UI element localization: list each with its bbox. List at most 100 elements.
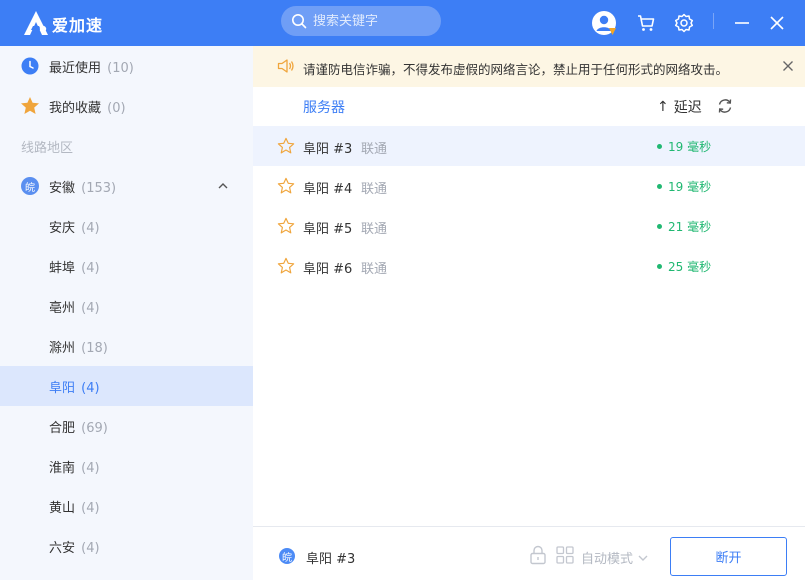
- sidebar-item-count: (18): [81, 341, 108, 356]
- province-badge: 皖: [20, 176, 40, 196]
- minimize-button[interactable]: [728, 9, 756, 37]
- user-avatar-icon: [592, 11, 616, 35]
- server-isp: 联通: [361, 142, 388, 157]
- sidebar-item-label: 六安: [49, 541, 76, 556]
- sidebar-item-city[interactable]: 亳州 (4): [0, 286, 253, 326]
- cart-button[interactable]: [632, 9, 660, 37]
- sidebar-item-label: 安徽: [49, 181, 76, 196]
- sidebar-item-favorites[interactable]: 我的收藏 (0): [0, 86, 253, 126]
- title-bar: 爱加速: [0, 0, 805, 46]
- titlebar-separator: [713, 13, 714, 29]
- app-brand: 爱加速: [52, 16, 104, 35]
- sidebar-item-label: 滁州: [49, 341, 76, 356]
- column-header-delay-label: 延迟: [673, 100, 702, 116]
- sidebar-item-label: 合肥: [49, 421, 76, 436]
- notice-text: 请谨防电信诈骗，不得发布虚假的网络言论，禁止用于任何形式的网络攻击。: [303, 62, 729, 77]
- server-ping: 19 毫秒: [657, 138, 711, 155]
- sidebar-item-label: 我的收藏: [49, 101, 102, 116]
- sidebar-item-count: (4): [81, 381, 100, 396]
- sidebar-item-city[interactable]: 六安 (4): [0, 526, 253, 566]
- sidebar-item-count: (4): [81, 541, 100, 556]
- sidebar-item-city-active[interactable]: 阜阳 (4): [0, 366, 253, 406]
- user-avatar-button[interactable]: [590, 9, 618, 37]
- sidebar-item-label: 亳州: [49, 301, 76, 316]
- chevron-up-icon[interactable]: [217, 180, 229, 192]
- clock-icon: [20, 56, 40, 76]
- grid-mode-icon: [556, 546, 574, 564]
- server-name: 阜阳 #4: [303, 182, 353, 197]
- sidebar-item-label: 黄山: [49, 501, 76, 516]
- sidebar-item-count: (4): [81, 461, 100, 476]
- ping-dot-icon: [657, 184, 662, 189]
- server-row[interactable]: 阜阳 #5 联通 21 毫秒: [253, 206, 805, 246]
- sidebar-item-count: (4): [81, 501, 100, 516]
- sidebar-item-city[interactable]: 安庆 (4): [0, 206, 253, 246]
- sidebar-item-label: 最近使用: [49, 61, 102, 76]
- current-province-badge: 皖: [279, 548, 295, 564]
- sidebar-item-city[interactable]: 黄山 (4): [0, 486, 253, 526]
- close-icon: [770, 16, 784, 30]
- sidebar-item-label: 安庆: [49, 221, 76, 236]
- sidebar-item-city[interactable]: 蚌埠 (4): [0, 246, 253, 286]
- notice-bar: 请谨防电信诈骗，不得发布虚假的网络言论，禁止用于任何形式的网络攻击。: [253, 46, 805, 87]
- server-ping: 21 毫秒: [657, 218, 711, 235]
- close-window-button[interactable]: [763, 9, 791, 37]
- sidebar-item-count: (0): [107, 101, 126, 116]
- current-server-name: 阜阳 #3: [306, 552, 356, 567]
- sort-arrow-icon: ↑: [657, 99, 669, 115]
- search-input[interactable]: [313, 13, 433, 29]
- mode-label: 自动模式: [581, 552, 634, 567]
- chevron-down-icon: [638, 555, 648, 561]
- sidebar-item-city[interactable]: 滁州 (18): [0, 326, 253, 366]
- sidebar-section-title: 线路地区: [21, 141, 74, 156]
- sidebar-item-city[interactable]: 淮南 (4): [0, 446, 253, 486]
- column-header-delay[interactable]: ↑ 延迟: [657, 97, 702, 117]
- column-header-server[interactable]: 服务器: [303, 97, 345, 117]
- server-name: 阜阳 #6: [303, 262, 353, 277]
- gear-icon: [674, 13, 694, 33]
- sidebar: 最近使用 (10) 我的收藏 (0) 线路地区 皖 安徽 (153) 安庆 (4…: [0, 46, 253, 580]
- refresh-icon[interactable]: [716, 97, 734, 115]
- sidebar-item-count: (4): [81, 301, 100, 316]
- sidebar-item-recent[interactable]: 最近使用 (10): [0, 46, 253, 86]
- sidebar-item-count: (4): [81, 221, 100, 236]
- sidebar-item-count: (153): [81, 181, 117, 196]
- sidebar-item-label: 阜阳: [49, 381, 76, 396]
- sidebar-item-city[interactable]: 合肥 (69): [0, 406, 253, 446]
- server-row[interactable]: 阜阳 #3 联通 19 毫秒: [253, 126, 805, 166]
- sidebar-item-count: (10): [107, 61, 134, 76]
- footer-bar: 皖 阜阳 #3 自动模式 断开: [253, 526, 805, 580]
- ping-dot-icon: [657, 264, 662, 269]
- sidebar-item-count: (69): [81, 421, 108, 436]
- cart-icon: [638, 15, 655, 31]
- server-row[interactable]: 阜阳 #4 联通 19 毫秒: [253, 166, 805, 206]
- lock-icon[interactable]: [529, 545, 547, 565]
- ping-dot-icon: [657, 144, 662, 149]
- close-icon[interactable]: [782, 60, 794, 72]
- server-name: 阜阳 #3: [303, 142, 353, 157]
- star-outline-icon[interactable]: [277, 217, 295, 235]
- star-outline-icon[interactable]: [277, 137, 295, 155]
- sidebar-item-label: 蚌埠: [49, 261, 76, 276]
- server-name: 阜阳 #5: [303, 222, 353, 237]
- search-icon: [292, 14, 307, 29]
- minimize-icon: [735, 22, 749, 24]
- star-outline-icon[interactable]: [277, 177, 295, 195]
- sidebar-item-province[interactable]: 皖 安徽 (153): [0, 166, 253, 206]
- ping-dot-icon: [657, 224, 662, 229]
- sidebar-item-label: 淮南: [49, 461, 76, 476]
- sidebar-item-count: (4): [81, 261, 100, 276]
- star-outline-icon[interactable]: [277, 257, 295, 275]
- disconnect-button[interactable]: 断开: [670, 537, 787, 576]
- server-row[interactable]: 阜阳 #6 联通 25 毫秒: [253, 246, 805, 286]
- star-filled-icon: [20, 96, 40, 116]
- server-isp: 联通: [361, 222, 388, 237]
- mode-dropdown[interactable]: 自动模式: [581, 548, 649, 567]
- server-ping: 19 毫秒: [657, 178, 711, 195]
- settings-button[interactable]: [670, 9, 698, 37]
- server-ping: 25 毫秒: [657, 258, 711, 275]
- server-isp: 联通: [361, 182, 388, 197]
- search-box[interactable]: [281, 6, 441, 36]
- server-isp: 联通: [361, 262, 388, 277]
- speaker-icon: [277, 59, 294, 73]
